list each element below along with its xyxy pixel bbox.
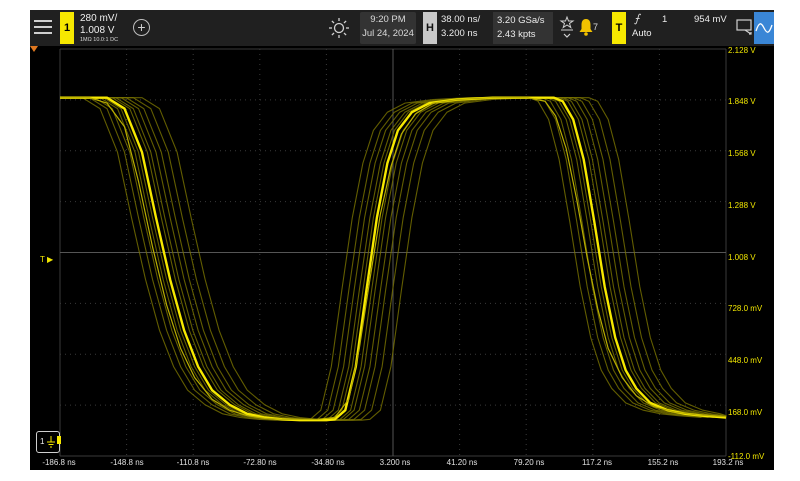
y-label-5: 728.0 mV [728,304,763,313]
menu-icon[interactable] [32,16,54,38]
sample-rate: 3.20 GSa/s [497,15,545,26]
x-label-1: -148.8 ns [110,458,144,467]
top-toolbar: 1 280 mV/ 1.008 V 1MΩ 10.0:1 DC + 9:20 P… [30,10,774,46]
channel1-settings[interactable]: 280 mV/ 1.008 V 1MΩ 10.0:1 DC [78,12,134,44]
x-label-5: 3.200 ns [379,458,411,467]
trigger-badge[interactable]: T [612,12,626,44]
rising-edge-icon: ⨍ [634,13,640,25]
x-label-6: 41.20 ns [446,458,478,467]
trigger-position-marker [30,46,38,52]
y-label-0: 2.128 V [728,46,756,55]
channel1-scale: 280 mV/ [80,13,118,24]
trigger-level-marker[interactable]: T ▶ [40,255,53,264]
x-label-10: 193.2 ns [712,458,744,467]
channel1-ground-marker[interactable]: 1 [36,431,61,453]
y-label-2: 1.568 V [728,149,756,158]
y-label-4: 1.008 V [728,253,756,262]
y-label-7: 168.0 mV [728,408,763,417]
channel1-coupling: 1MΩ 10.0:1 DC [80,37,119,43]
trigger-level: 954 mV [694,14,727,25]
bell-icon[interactable] [578,18,594,36]
x-label-4: -34.80 ns [311,458,345,467]
waveform-plot [59,48,727,457]
channel1-badge[interactable]: 1 [60,12,74,44]
zoom-icon[interactable] [736,18,754,36]
trigger-source: 1 [662,14,668,25]
ground-marker-tab [57,436,61,444]
waveform-icon [755,23,773,33]
clock[interactable]: 9:20 PM Jul 24, 2024 [360,12,416,44]
x-label-3: -72.80 ns [243,458,277,467]
measurement-icon[interactable] [558,15,576,41]
record-length: 2.43 kpts [497,29,536,40]
ground-marker-label: 1 [40,437,45,446]
horizontal-scale: 38.00 ns/ [441,14,481,25]
trigger-mode: Auto [632,28,652,39]
waveform-display[interactable]: 2.128 V 1.848 V 1.568 V 1.288 V 1.008 V … [30,46,774,470]
ground-icon [47,436,55,448]
brightness-icon[interactable] [328,17,350,39]
horizontal-settings[interactable]: 38.00 ns/ 3.200 ns [439,12,489,44]
persistence-trace [60,97,709,421]
horizontal-badge[interactable]: H [423,12,437,44]
waveform-view-button[interactable] [754,12,774,44]
acquisition-settings[interactable]: 3.20 GSa/s 2.43 kpts [493,12,553,44]
x-label-7: 79.20 ns [513,458,545,467]
x-label-9: 155.2 ns [647,458,679,467]
clock-time: 9:20 PM [370,14,406,25]
horizontal-delay: 3.200 ns [441,28,478,39]
persistence-trace [74,97,727,421]
notification-count: 7 [593,22,599,32]
channel1-offset: 1.008 V [80,25,115,36]
x-label-2: -110.8 ns [176,458,210,467]
x-label-8: 117.2 ns [581,458,613,467]
y-label-6: 448.0 mV [728,356,763,365]
oscilloscope-screen: 1 280 mV/ 1.008 V 1MΩ 10.0:1 DC + 9:20 P… [30,10,774,470]
clock-date: Jul 24, 2024 [362,28,414,39]
x-label-0: -186.8 ns [42,458,76,467]
add-channel-button[interactable]: + [133,19,150,36]
y-label-1: 1.848 V [728,97,756,106]
y-label-3: 1.288 V [728,201,756,210]
trigger-settings[interactable]: ⨍ 1 954 mV Auto [628,12,728,44]
